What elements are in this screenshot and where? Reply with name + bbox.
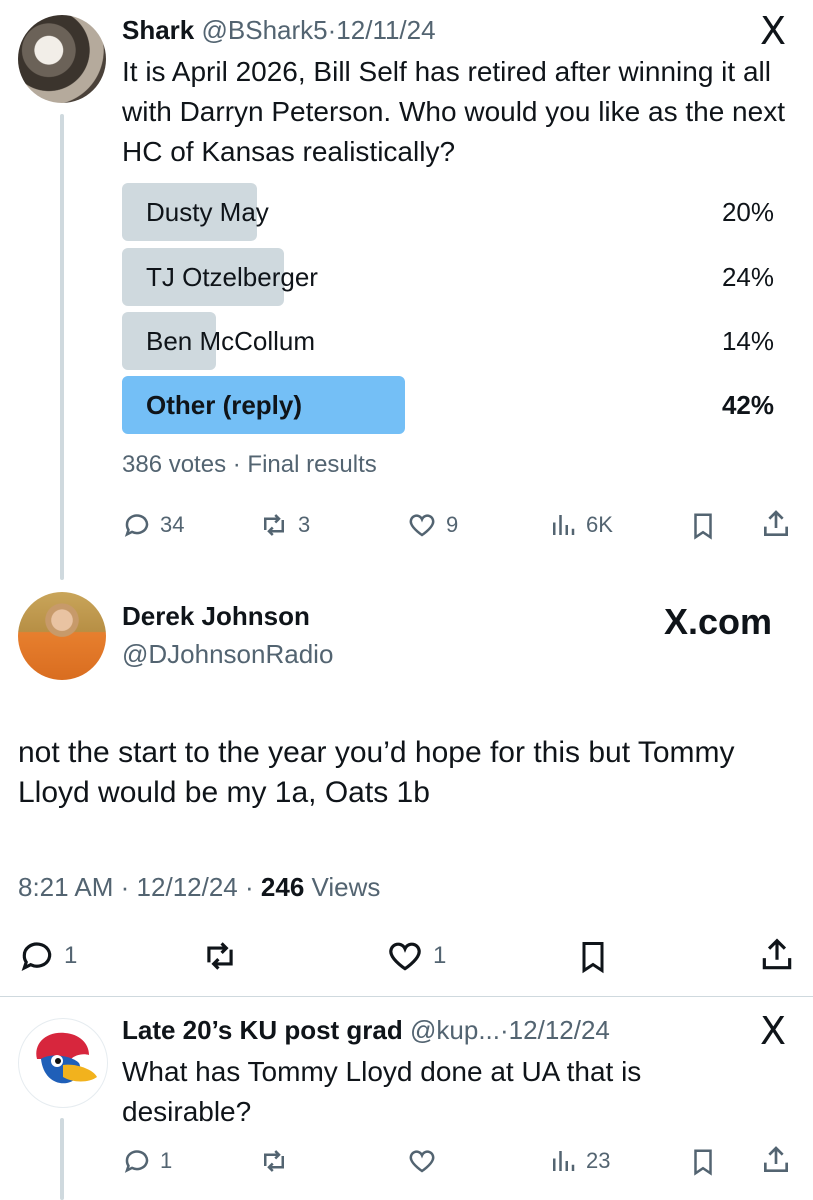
bookmark-button[interactable] bbox=[688, 510, 718, 542]
avatar-jayhawk[interactable] bbox=[18, 1018, 108, 1108]
tweet-time[interactable]: 8:21 AM bbox=[18, 872, 113, 902]
separator: · bbox=[327, 15, 337, 45]
thread-line bbox=[60, 114, 64, 580]
like-count: 1 bbox=[433, 942, 447, 969]
repost-button[interactable] bbox=[258, 1146, 290, 1176]
poll-option[interactable]: Ben McCollum 14% bbox=[122, 312, 774, 370]
like-icon bbox=[409, 514, 435, 537]
like-button[interactable]: 9 bbox=[406, 510, 458, 540]
repost-button[interactable]: 3 bbox=[258, 510, 310, 540]
reply-count: 1 bbox=[64, 942, 78, 969]
reply-icon bbox=[124, 1150, 149, 1173]
reply-button[interactable]: 1 bbox=[18, 937, 77, 975]
reply-button[interactable]: 34 bbox=[122, 510, 184, 540]
repost-icon bbox=[207, 942, 233, 970]
bookmark-button[interactable] bbox=[575, 937, 611, 977]
tweet-meta: 8:21 AM · 12/12/24 · 246 Views bbox=[18, 870, 380, 904]
poll-footer: 386 votes · Final results bbox=[122, 451, 377, 478]
repost-count: 3 bbox=[298, 512, 311, 537]
bookmark-icon bbox=[694, 513, 712, 540]
views-label: Views bbox=[311, 872, 381, 902]
author-handle[interactable]: @BShark5 bbox=[202, 15, 328, 45]
avatar-derek[interactable] bbox=[18, 592, 106, 680]
poll-option-percent: 20% bbox=[721, 197, 774, 227]
tweet-header: Late 20’s KU post grad @kup...·12/12/24 bbox=[122, 1014, 610, 1046]
like-button[interactable]: 1 bbox=[385, 937, 446, 975]
tweet-date[interactable]: 12/12/24 bbox=[137, 872, 238, 902]
bookmark-icon bbox=[694, 1149, 712, 1176]
author-name[interactable]: Derek Johnson bbox=[122, 600, 310, 632]
share-button[interactable] bbox=[760, 508, 792, 540]
separator: · bbox=[120, 872, 130, 902]
poll-option[interactable]: Dusty May 20% bbox=[122, 183, 774, 241]
avatar-shark[interactable] bbox=[18, 15, 106, 103]
reply-count: 34 bbox=[160, 512, 185, 537]
author-name[interactable]: Late 20’s KU post grad bbox=[122, 1015, 403, 1045]
thread-line bbox=[60, 1118, 64, 1200]
like-button[interactable] bbox=[406, 1146, 438, 1176]
x-logo-icon[interactable]: X bbox=[760, 12, 786, 50]
views-count: 246 bbox=[260, 872, 305, 902]
like-count: 9 bbox=[446, 512, 459, 537]
author-handle[interactable]: @kup... bbox=[410, 1015, 500, 1045]
repost-icon bbox=[264, 1150, 284, 1172]
share-button[interactable] bbox=[758, 935, 796, 975]
reply-count: 1 bbox=[160, 1148, 173, 1173]
views-icon bbox=[553, 515, 575, 535]
jayhawk-mascot-icon bbox=[36, 1032, 97, 1084]
poll-option-label: Other (reply) bbox=[146, 390, 303, 420]
poll-option-label: Ben McCollum bbox=[146, 326, 316, 356]
views-count: 23 bbox=[586, 1148, 611, 1173]
views-button[interactable]: 23 bbox=[548, 1146, 610, 1176]
tweet-text: What has Tommy Lloyd done at UA that is … bbox=[122, 1056, 642, 1127]
bookmark-button[interactable] bbox=[688, 1146, 718, 1178]
share-icon bbox=[762, 938, 792, 970]
poll-option-label: TJ Otzelberger bbox=[146, 262, 318, 292]
separator: · bbox=[245, 872, 254, 902]
author-name[interactable]: Shark bbox=[122, 15, 194, 45]
tweet-date[interactable]: 12/12/24 bbox=[509, 1015, 610, 1045]
divider bbox=[0, 996, 813, 997]
tweet-header: Shark @BShark5·12/11/24 bbox=[122, 14, 436, 46]
reply-icon bbox=[124, 514, 149, 537]
x-com-brand[interactable]: X.com bbox=[664, 604, 772, 640]
x-logo-icon[interactable]: X bbox=[760, 1012, 786, 1050]
like-icon bbox=[389, 942, 421, 971]
repost-icon bbox=[264, 514, 284, 536]
views-count: 6K bbox=[586, 512, 613, 537]
reply-button[interactable]: 1 bbox=[122, 1146, 172, 1176]
reply-icon bbox=[21, 942, 52, 972]
poll-option-percent: 42% bbox=[721, 390, 774, 420]
bookmark-icon bbox=[582, 942, 604, 974]
separator: · bbox=[500, 1015, 509, 1045]
tweet-text: not the start to the year you’d hope for… bbox=[18, 736, 735, 809]
poll-option-percent: 14% bbox=[721, 326, 774, 356]
poll-option[interactable]: TJ Otzelberger 24% bbox=[122, 248, 774, 306]
views-button[interactable]: 6K bbox=[548, 510, 613, 540]
share-icon bbox=[764, 1146, 788, 1172]
tweet-date[interactable]: 12/11/24 bbox=[336, 15, 435, 45]
share-icon bbox=[764, 510, 788, 536]
views-icon bbox=[553, 1151, 575, 1171]
tweet-text: It is April 2026, Bill Self has retired … bbox=[122, 56, 785, 167]
poll-option-winner[interactable]: Other (reply) 42% bbox=[122, 376, 774, 434]
poll-option-percent: 24% bbox=[721, 262, 774, 292]
author-handle[interactable]: @DJohnsonRadio bbox=[122, 638, 333, 670]
poll-option-label: Dusty May bbox=[146, 197, 269, 227]
like-icon bbox=[409, 1150, 435, 1173]
share-button[interactable] bbox=[760, 1144, 792, 1176]
repost-button[interactable] bbox=[200, 937, 240, 975]
